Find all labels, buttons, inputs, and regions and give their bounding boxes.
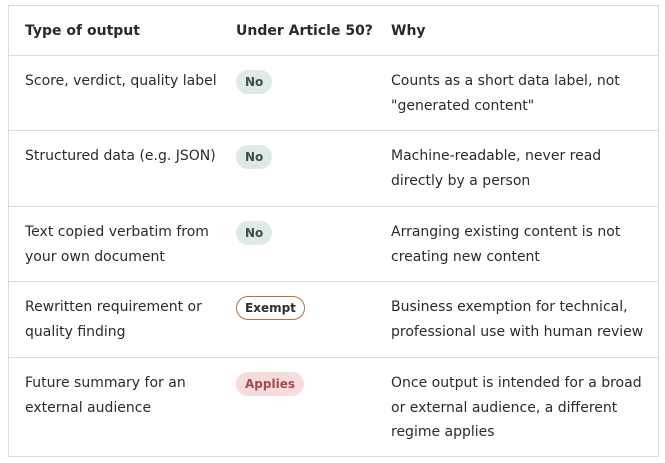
status-cell: Applies bbox=[236, 371, 376, 397]
status-badge-exempt: Exempt bbox=[236, 296, 305, 320]
reason-cell: Machine-readable, never read directly by… bbox=[391, 148, 602, 189]
reason-cell: Once output is intended for a broad or e… bbox=[391, 375, 642, 440]
status-cell: No bbox=[236, 144, 376, 170]
header-why: Why bbox=[391, 23, 426, 39]
status-badge-no: No bbox=[236, 221, 273, 245]
table-row: Score, verdict, quality label No Counts … bbox=[9, 56, 658, 131]
status-cell: No bbox=[236, 69, 376, 95]
output-type-cell: Rewritten requirement or quality finding bbox=[25, 299, 202, 340]
table-header-row: Type of output Under Article 50? Why bbox=[9, 6, 658, 56]
article-50-table: Type of output Under Article 50? Why Sco… bbox=[8, 5, 659, 457]
reason-cell: Business exemption for technical, profes… bbox=[391, 299, 644, 340]
header-type-of-output: Type of output bbox=[25, 23, 140, 39]
output-type-cell: Future summary for an external audience bbox=[25, 375, 186, 416]
output-type-cell: Structured data (e.g. JSON) bbox=[25, 148, 216, 164]
header-under-article-50: Under Article 50? bbox=[236, 23, 373, 39]
output-type-cell: Text copied verbatim from your own docum… bbox=[25, 224, 209, 265]
table-row: Future summary for an external audience … bbox=[9, 358, 658, 457]
status-badge-no: No bbox=[236, 70, 273, 94]
table-row: Rewritten requirement or quality finding… bbox=[9, 282, 658, 358]
status-badge-no: No bbox=[236, 145, 273, 169]
status-cell: No bbox=[236, 220, 376, 246]
table-row: Text copied verbatim from your own docum… bbox=[9, 207, 658, 282]
reason-cell: Counts as a short data label, not "gener… bbox=[391, 73, 620, 114]
output-type-cell: Score, verdict, quality label bbox=[25, 73, 217, 89]
reason-cell: Arranging existing content is not creati… bbox=[391, 224, 621, 265]
status-cell: Exempt bbox=[236, 295, 376, 321]
table-row: Structured data (e.g. JSON) No Machine-r… bbox=[9, 131, 658, 207]
status-badge-applies: Applies bbox=[236, 372, 304, 396]
